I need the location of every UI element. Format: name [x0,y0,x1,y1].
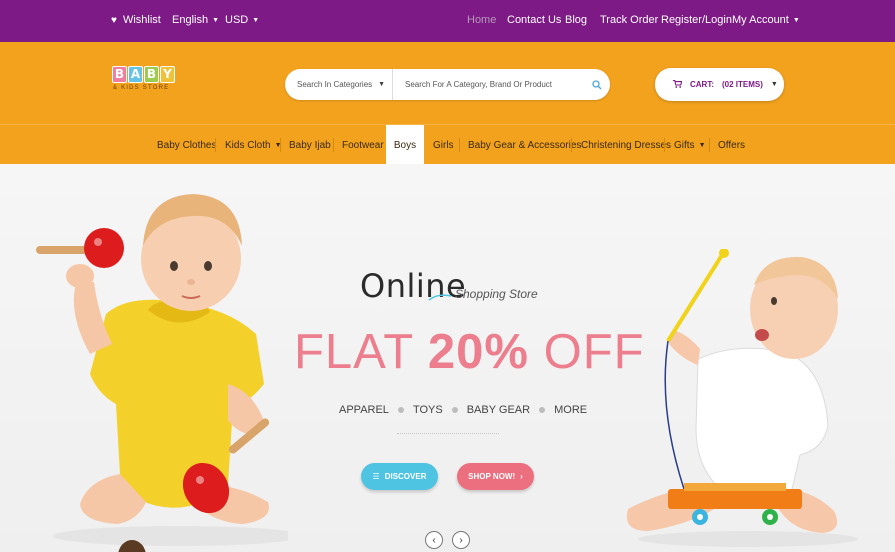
caret-down-icon: ▼ [770,81,778,88]
search-input[interactable]: Search For A Category, Brand Or Product [393,80,584,89]
logo-tagline: & KIDS STORE [113,85,170,91]
nav-item-baby-clothes[interactable]: Baby Clothes [157,125,216,165]
nav-item-christening-dresses[interactable]: Christening Dresses [581,125,671,165]
shop-now-button[interactable]: SHOP NOW! › [457,463,534,490]
my-account-label: My Account [732,14,789,26]
hero-category: BABY GEAR [466,404,531,416]
promo-flat: FLAT [294,325,414,379]
site-header: B A B Y & KIDS STORE Search In Categorie… [0,42,895,124]
cart-item-count: (02 ITEMS) [722,80,763,89]
nav-divider [571,138,572,152]
slider-next-button[interactable]: › [452,531,470,549]
list-icon: ☰ [372,472,380,481]
category-select[interactable]: Search In Categories ▼ [285,69,393,100]
chevron-right-icon: › [520,472,523,481]
caret-down-icon: ▼ [252,16,260,24]
nav-item-footwear[interactable]: Footwear [342,125,384,165]
bullet-dot [397,407,404,413]
category-select-label: Search In Categories [297,80,373,89]
hero-category: TOYS [412,404,443,416]
nav-item-girls[interactable]: Girls [433,125,454,165]
cart-button[interactable]: CART: (02 ITEMS) ▼ [655,68,784,101]
caret-down-icon: ▼ [698,141,706,149]
nav-item-label: Boys [393,139,417,151]
promo-percent: 20% [427,325,529,379]
nav-item-kids-cloth[interactable]: Kids Cloth ▼ [225,125,282,165]
chevron-left-icon: ‹ [432,534,436,546]
top-bar: ♥ Wishlist English ▼ USD ▼ Home Contact … [0,0,895,42]
logo-blocks: B A B Y [112,66,182,83]
hero-category: APPAREL [339,404,389,416]
nav-divider [215,138,216,152]
bullet-dot [539,407,546,413]
category-nav: Baby Clothes Kids Cloth ▼ Baby Ijab Foot… [0,124,895,165]
baby-yellow-image [36,194,288,552]
hero-category-list: APPAREL TOYS BABY GEAR MORE [339,404,587,416]
nav-divider [333,138,334,152]
cart-label: CART: [690,80,714,89]
home-link[interactable]: Home [467,14,496,26]
swoosh-decoration [428,294,452,301]
nav-item-baby-gear-accessories[interactable]: Baby Gear & Accessories [468,125,581,165]
heart-icon: ♥ [111,14,117,26]
hero-shopping-subtitle: Shopping Store [455,287,538,301]
caret-down-icon: ▼ [792,16,800,24]
caret-down-icon: ▼ [212,16,220,24]
search-icon[interactable] [584,79,610,90]
currency-dropdown[interactable]: USD ▼ [225,14,259,26]
site-logo[interactable]: B A B Y & KIDS STORE [112,66,182,106]
dotted-divider [397,433,499,434]
nav-item-label: Gifts [674,139,695,151]
my-account-dropdown[interactable]: My Account ▼ [732,14,800,26]
currency-label: USD [225,14,249,26]
nav-divider [459,138,460,152]
chevron-right-icon: › [459,534,463,546]
language-label: English [172,14,209,26]
nav-item-gifts[interactable]: Gifts ▼ [674,125,706,165]
blog-link[interactable]: Blog [565,14,587,26]
wishlist-label: Wishlist [122,14,161,26]
logo-letter: A [128,66,143,83]
wishlist-link[interactable]: ♥ Wishlist [111,14,161,26]
hero-slider: Online Shopping Store FLAT 20% OFF APPAR… [0,164,895,552]
cart-icon [673,79,683,90]
track-order-link[interactable]: Track Order [600,14,658,26]
hero-category: MORE [554,404,588,416]
search-bar: Search In Categories ▼ Search For A Cate… [285,69,610,100]
contact-us-link[interactable]: Contact Us [507,14,561,26]
nav-item-label: Kids Cloth [225,139,271,151]
slider-prev-button[interactable]: ‹ [425,531,443,549]
caret-down-icon: ▼ [378,81,385,88]
nav-divider [280,138,281,152]
baby-white-image [626,249,858,547]
nav-item-baby-ijab[interactable]: Baby Ijab [289,125,331,165]
logo-letter: B [112,66,127,83]
hero-promo-headline: FLAT 20% OFF [294,324,644,380]
shop-now-label: SHOP NOW! [468,472,516,481]
discover-label: DISCOVER [384,472,427,481]
register-login-link[interactable]: Register/Login [661,14,732,26]
nav-item-boys[interactable]: Boys [386,125,424,165]
discover-button[interactable]: ☰ DISCOVER [361,463,438,490]
logo-letter: B [144,66,159,83]
nav-item-offers[interactable]: Offers [718,125,745,165]
bullet-dot [451,407,458,413]
logo-letter: Y [160,66,175,83]
language-dropdown[interactable]: English ▼ [172,14,219,26]
nav-divider [664,138,665,152]
nav-divider [709,138,710,152]
